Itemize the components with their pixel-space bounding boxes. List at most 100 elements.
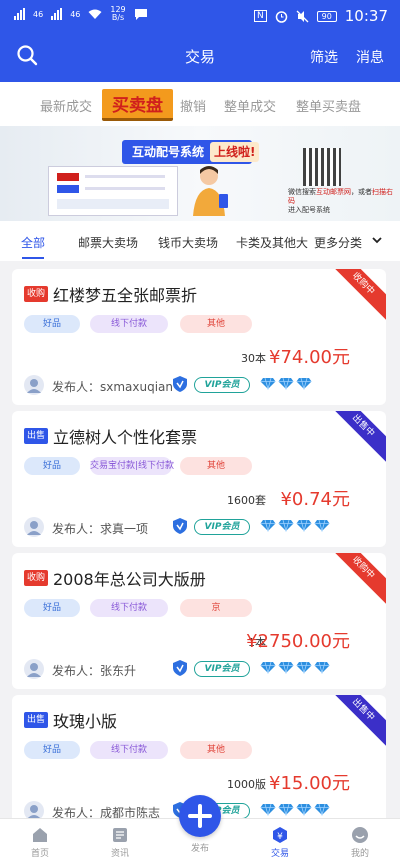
banner-tag-sell (57, 185, 79, 193)
active-tab-indicator (22, 257, 44, 259)
nav-home[interactable]: 首页 (15, 823, 65, 859)
diamond-icon (314, 803, 330, 816)
clock: 10:37 (344, 7, 388, 25)
tab-more-categories[interactable]: 更多分类 (314, 234, 362, 251)
user-avatar-icon[interactable] (24, 517, 44, 537)
price: ¥0.74元 (280, 489, 350, 510)
nav-trade[interactable]: ¥ 交易 (255, 823, 305, 859)
publisher-name[interactable]: 发布人：求真一项 (52, 520, 148, 537)
chat-bubble-icon (134, 8, 147, 20)
wifi-icon (88, 9, 102, 19)
region-tag: 京 (180, 599, 252, 617)
banner-highlight: 互动邮票网 (316, 188, 351, 196)
vip-badge: VIP会员 (194, 519, 250, 535)
trade-type-badge: 收购 (24, 570, 49, 586)
alarm-icon (275, 10, 288, 23)
diamond-icon (260, 377, 276, 390)
home-icon (33, 828, 47, 842)
diamond-icon (314, 519, 330, 532)
filter-button[interactable]: 筛选 (310, 47, 338, 67)
trade-type-badge: 出售 (24, 428, 49, 444)
tab-bulk-deals[interactable]: 整单成交 (224, 96, 276, 115)
tab-stamps[interactable]: 邮票大卖场 (78, 234, 138, 251)
plus-icon (188, 804, 212, 828)
nav-publish[interactable]: 发布 (175, 841, 225, 854)
profile-icon (352, 827, 368, 843)
diamond-icon (278, 803, 294, 816)
speed-unit: B/s (111, 13, 125, 22)
banner-text: 微信搜索 (288, 188, 316, 196)
quantity: 30本 (241, 352, 266, 365)
tab-bulk-board[interactable]: 整单买卖盘 (296, 96, 361, 115)
diamond-icon (260, 803, 276, 816)
diamond-level (260, 519, 330, 533)
nav-label: 我的 (350, 849, 369, 859)
price: ¥2750.00元 (246, 631, 350, 652)
region-tag: 其他 (180, 315, 252, 333)
payment-tag: 线下付款 (90, 315, 168, 333)
grade-tag: 好品 (24, 315, 80, 333)
listing-title[interactable]: 红楼梦五全张邮票折 (53, 282, 197, 306)
nav-label: 发布 (190, 844, 209, 854)
news-icon (113, 828, 127, 842)
person-illustration (193, 166, 228, 216)
tab-buy-sell-board[interactable]: 买卖盘 (102, 89, 173, 121)
banner-text: ，或者 (351, 188, 372, 196)
banner-screen-illustration (48, 166, 178, 216)
payment-tag: 交易宝付款|线下付款 (90, 457, 174, 475)
tab-coins[interactable]: 钱币大卖场 (158, 234, 218, 251)
nav-label: 资讯 (110, 849, 129, 859)
vip-badge: VIP会员 (194, 661, 250, 677)
listing-title[interactable]: 立德树人个性化套票 (53, 424, 197, 448)
listing-card[interactable]: 出售 立德树人个性化套票好品 交易宝付款|线下付款 其他 1600套 ¥0.74元 出售中发… (12, 411, 386, 547)
verified-shield-icon (173, 660, 187, 676)
status-ribbon: 出售中 (324, 411, 386, 465)
grade-tag: 好品 (24, 457, 80, 475)
signal-icon (14, 8, 25, 20)
listing-card[interactable]: 收购 2008年总公司大版册 好品 线下付款京 1本 ¥2750.00元 收购中 发布人：张东… (12, 553, 386, 689)
category-tabs: 全部 邮票大卖场 钱币大卖场 卡类及其他大 更多分类 (0, 221, 400, 261)
listing-title[interactable]: 玫瑰小版 (53, 708, 117, 732)
diamond-icon (296, 377, 312, 390)
quantity: 1600套 (227, 494, 266, 507)
diamond-icon (278, 377, 294, 390)
diamond-icon (314, 661, 330, 674)
app-header: 46 46 129 B/s N 90 10:37 交易 筛选 消息 (0, 0, 400, 82)
publish-button[interactable] (179, 795, 221, 837)
diamond-icon (260, 519, 276, 532)
network-speed: 129 B/s (110, 6, 125, 22)
page-title: 交易 (184, 48, 215, 66)
trade-type-badge: 收购 (24, 286, 49, 302)
banner-line (85, 187, 165, 190)
verified-shield-icon (173, 518, 187, 534)
battery-icon: 90 (316, 10, 337, 22)
nav-profile[interactable]: 我的 (335, 823, 385, 859)
nav-news[interactable]: 资讯 (95, 823, 145, 859)
listing-title[interactable]: 2008年总公司大版册 (53, 566, 206, 590)
diamond-icon (278, 661, 294, 674)
promo-banner[interactable]: 互动配号系统 上线啦! 微信搜索互动邮票网，或者扫描右码 进入配号系统 (0, 126, 400, 221)
publisher-name[interactable]: 发布人：张东升 (52, 662, 136, 679)
quantity: 1000版 (227, 778, 266, 791)
user-avatar-icon[interactable] (24, 375, 44, 395)
status-ribbon: 收购中 (324, 269, 386, 323)
listing-card[interactable]: 收购 红楼梦五全张邮票折好品 线下付款 其他 30本 ¥74.00元 收购中发布人：sxma… (12, 269, 386, 405)
messages-button[interactable]: 消息 (356, 47, 384, 67)
diamond-icon (296, 661, 312, 674)
diamond-icon (296, 803, 312, 816)
tab-cards-other[interactable]: 卡类及其他大 (236, 234, 308, 251)
tab-cancelled[interactable]: 撤销 (180, 96, 206, 115)
region-tag: 其他 (180, 457, 252, 475)
publisher-name[interactable]: 发布人：sxmaxuqian (52, 378, 173, 395)
banner-tag-buy (57, 173, 79, 181)
tab-all[interactable]: 全部 (21, 234, 45, 251)
user-avatar-icon[interactable] (24, 659, 44, 679)
signal-icon-2 (51, 8, 63, 20)
banner-line (57, 199, 169, 209)
network-type-2: 46 (70, 9, 81, 19)
price: ¥74.00元 (269, 347, 350, 368)
tab-latest-deals[interactable]: 最新成交 (40, 96, 92, 115)
grade-tag: 好品 (24, 599, 80, 617)
banner-online-label: 上线啦! (210, 142, 260, 162)
chevron-down-icon[interactable] (370, 233, 384, 247)
